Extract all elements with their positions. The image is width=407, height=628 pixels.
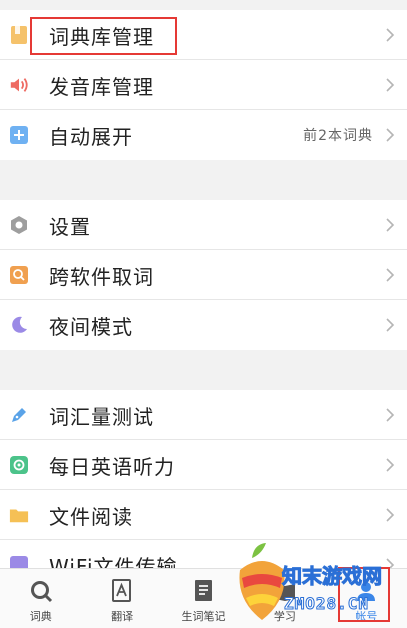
row-label: 词典库管理 [49, 24, 154, 49]
row-label: 设置 [49, 214, 91, 239]
search-icon [9, 265, 29, 285]
tab-label: 生词笔记 [181, 609, 226, 623]
translate-icon [109, 578, 135, 604]
section-spacer [0, 160, 407, 200]
bottom-tab-bar: 词典 翻译 生词笔记 学习 帐号 [0, 568, 407, 628]
tab-label: 帐号 [355, 609, 378, 623]
tab-dictionary[interactable]: 词典 [0, 569, 81, 628]
settings-group-3: 词汇量测试 每日英语听力 文件阅读 WiFi文件传输 [0, 390, 407, 590]
pen-icon [9, 405, 29, 425]
chevron-right-icon [386, 218, 395, 232]
tab-account[interactable]: 帐号 [326, 569, 407, 628]
tab-label: 学习 [273, 609, 296, 623]
tab-translate[interactable]: 翻译 [81, 569, 162, 628]
row-night-mode[interactable]: 夜间模式 [0, 300, 407, 350]
settings-group-1: 词典库管理 发音库管理 自动展开 前2本词典 [0, 10, 407, 160]
chevron-right-icon [386, 78, 395, 92]
tab-label: 词典 [29, 609, 52, 623]
chevron-right-icon [386, 408, 395, 422]
section-spacer [0, 350, 407, 390]
moon-icon [9, 315, 29, 335]
row-auto-expand[interactable]: 自动展开 前2本词典 [0, 110, 407, 160]
row-file-reading[interactable]: 文件阅读 [0, 490, 407, 540]
auto-expand-value: 前2本词典 [303, 128, 373, 144]
row-label: 夜间模式 [49, 314, 133, 339]
row-label: 自动展开 [49, 124, 133, 149]
row-cross-app-lookup[interactable]: 跨软件取词 [0, 250, 407, 300]
headphone-icon [9, 455, 29, 475]
chevron-right-icon [386, 268, 395, 282]
learn-icon [272, 578, 298, 604]
tab-vocab-notes[interactable]: 生词笔记 [163, 569, 244, 628]
row-daily-english-listening[interactable]: 每日英语听力 [0, 440, 407, 490]
folder-icon [9, 505, 29, 525]
row-label: 文件阅读 [49, 504, 133, 529]
row-pronunciation-management[interactable]: 发音库管理 [0, 60, 407, 110]
row-label: 每日英语听力 [49, 454, 175, 479]
row-label: 跨软件取词 [49, 264, 154, 289]
row-settings[interactable]: 设置 [0, 200, 407, 250]
row-dictionary-management[interactable]: 词典库管理 [0, 10, 407, 60]
row-label: 发音库管理 [49, 74, 154, 99]
row-label: 词汇量测试 [49, 404, 154, 429]
top-strip [0, 0, 407, 10]
chevron-right-icon [386, 458, 395, 472]
account-icon [353, 578, 379, 604]
speaker-icon [9, 75, 29, 95]
chevron-right-icon [386, 28, 395, 42]
dictionary-search-icon [28, 578, 54, 604]
plus-icon [9, 125, 29, 145]
chevron-right-icon [386, 508, 395, 522]
chevron-right-icon [386, 128, 395, 142]
tab-label: 翻译 [111, 609, 134, 623]
notebook-icon [191, 578, 217, 604]
book-icon [9, 25, 29, 45]
hexagon-settings-icon [9, 215, 29, 235]
tab-learn[interactable]: 学习 [244, 569, 325, 628]
row-vocabulary-test[interactable]: 词汇量测试 [0, 390, 407, 440]
settings-group-2: 设置 跨软件取词 夜间模式 [0, 200, 407, 350]
chevron-right-icon [386, 318, 395, 332]
